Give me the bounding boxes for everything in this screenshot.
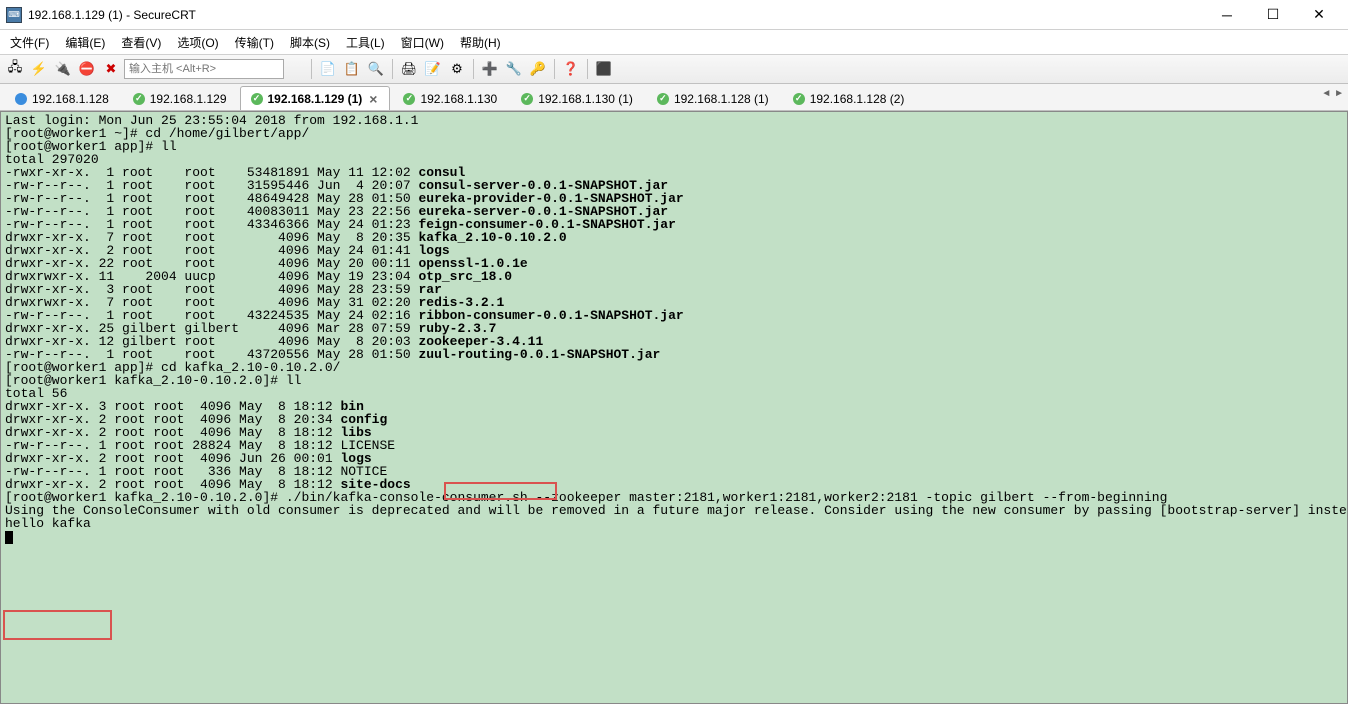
cursor (5, 531, 13, 544)
menu-file[interactable]: 文件(F) (4, 32, 55, 53)
status-icon (657, 93, 669, 105)
copy-icon[interactable]: 📄 (317, 58, 339, 80)
menu-script[interactable]: 脚本(S) (284, 32, 336, 53)
tab-label: 192.168.1.130 (420, 92, 497, 106)
log-icon[interactable]: 📝 (422, 58, 444, 80)
status-icon (251, 93, 263, 105)
tab-label: 192.168.1.128 (1) (674, 92, 769, 106)
options-icon[interactable]: 🔧 (503, 58, 525, 80)
tabbar: 192.168.1.128 192.168.1.129 192.168.1.12… (0, 84, 1348, 111)
menu-help[interactable]: 帮助(H) (454, 32, 507, 53)
tab-label: 192.168.1.129 (150, 92, 227, 106)
help-icon[interactable]: ❓ (560, 58, 582, 80)
tab-4[interactable]: 192.168.1.130 (1) (510, 86, 644, 110)
cancel-icon[interactable]: ✖ (100, 58, 122, 80)
settings-icon[interactable]: ⚙ (446, 58, 468, 80)
menu-options[interactable]: 选项(O) (171, 32, 224, 53)
tab-1[interactable]: 192.168.1.129 (122, 86, 238, 110)
tab-label: 192.168.1.128 (2) (810, 92, 905, 106)
annotation-box-2 (3, 610, 112, 640)
close-tab-icon[interactable]: × (367, 91, 379, 107)
tab-scroll-arrows[interactable]: ◄ ► (1321, 88, 1344, 99)
menubar: 文件(F) 编辑(E) 查看(V) 选项(O) 传输(T) 脚本(S) 工具(L… (0, 30, 1348, 54)
menu-window[interactable]: 窗口(W) (395, 32, 450, 53)
toolbar: 🖧 ⚡ 🔌 ⛔ ✖ 📄 📋 🔍 🖨 📝 ⚙ ➕ 🔧 🔑 ❓ ⬛ (0, 54, 1348, 84)
print-icon[interactable]: 🖨 (398, 58, 420, 80)
app-icon: ⌨ (6, 7, 22, 23)
menu-tools[interactable]: 工具(L) (340, 32, 391, 53)
tab-6[interactable]: 192.168.1.128 (2) (782, 86, 916, 110)
tab-0[interactable]: 192.168.1.128 (4, 86, 120, 110)
tab-2[interactable]: 192.168.1.129 (1) × (240, 86, 391, 110)
tab-label: 192.168.1.130 (1) (538, 92, 633, 106)
menu-edit[interactable]: 编辑(E) (59, 32, 111, 53)
close-button[interactable]: ✕ (1296, 1, 1342, 29)
tab-5[interactable]: 192.168.1.128 (1) (646, 86, 780, 110)
key-icon[interactable]: 🔑 (527, 58, 549, 80)
tab-label: 192.168.1.128 (32, 92, 109, 106)
status-icon (521, 93, 533, 105)
terminal[interactable]: Last login: Mon Jun 25 23:55:04 2018 fro… (0, 111, 1348, 704)
host-input[interactable] (124, 59, 284, 79)
minimize-button[interactable]: ─ (1204, 1, 1250, 29)
new-tab-icon[interactable]: ➕ (479, 58, 501, 80)
disconnect-icon[interactable]: ⛔ (76, 58, 98, 80)
status-icon (133, 93, 145, 105)
window-title: 192.168.1.129 (1) - SecureCRT (28, 8, 1204, 22)
toggle-icon[interactable]: ⬛ (593, 58, 615, 80)
window-controls: ─ ☐ ✕ (1204, 1, 1342, 29)
status-icon (793, 93, 805, 105)
paste-icon[interactable]: 📋 (341, 58, 363, 80)
reconnect-icon[interactable]: 🔌 (52, 58, 74, 80)
status-icon (403, 93, 415, 105)
titlebar: ⌨ 192.168.1.129 (1) - SecureCRT ─ ☐ ✕ (0, 0, 1348, 30)
menu-view[interactable]: 查看(V) (115, 32, 167, 53)
connect-icon[interactable]: 🖧 (4, 58, 26, 80)
find-icon[interactable]: 🔍 (365, 58, 387, 80)
quick-connect-icon[interactable]: ⚡ (28, 58, 50, 80)
tab-label: 192.168.1.129 (1) (268, 92, 363, 106)
menu-transfer[interactable]: 传输(T) (229, 32, 280, 53)
maximize-button[interactable]: ☐ (1250, 1, 1296, 29)
status-icon (15, 93, 27, 105)
tab-3[interactable]: 192.168.1.130 (392, 86, 508, 110)
